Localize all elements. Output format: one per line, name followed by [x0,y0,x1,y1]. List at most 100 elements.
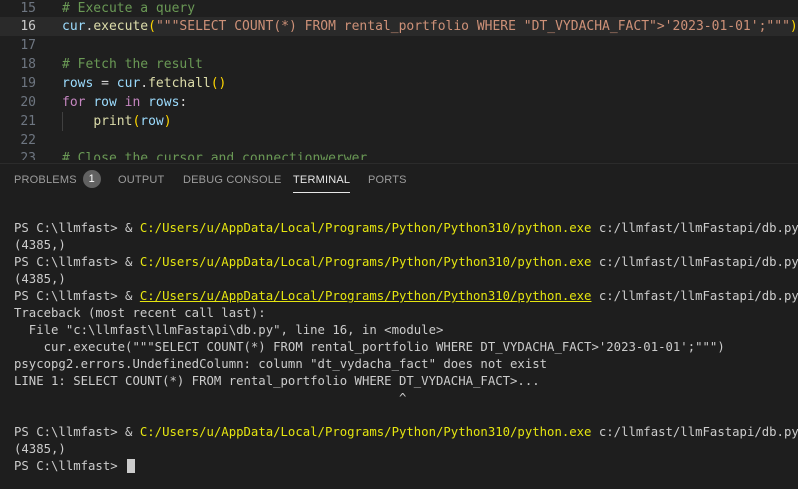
code-line: 15 # Execute a query [0,0,798,18]
code-token: in [124,95,141,110]
terminal-text: ^ [14,391,407,405]
terminal-text: (4385,) [14,272,66,286]
tab-output[interactable]: OUTPUT [118,164,164,198]
terminal-text: PS C:\llmfast> & [14,255,140,269]
code-text: # Execute a query [62,0,195,18]
terminal-line: PS C:\llmfast> & C:/Users/u/AppData/Loca… [14,254,798,271]
line-number: 21 [20,114,36,129]
terminal-text: (4385,) [14,238,66,252]
terminal-cursor [127,458,136,473]
code-token: execute [93,19,149,34]
line-number: 23 [20,151,36,160]
tab-label: TERMINAL [293,174,351,186]
code-token: : [179,95,188,110]
terminal-path: C:/Users/u/AppData/Local/Programs/Python… [139,221,592,235]
code-token: ) [789,19,798,34]
terminal-text: Traceback (most recent call last): [14,306,266,320]
code-text: # Close the cursor and connectionwerwer [62,149,367,160]
tab-label: PORTS [368,174,407,186]
terminal-text: c:/llmfast/llmFastapi/db.py [591,289,798,303]
code-line: 20 for row in rows: [0,93,798,112]
problems-count-badge: 1 [82,170,101,189]
code-token: rows [62,76,94,91]
terminal-line: psycopg2.errors.UndefinedColumn: column … [14,356,547,373]
tab-label: PROBLEMS [14,174,77,186]
code-text: for row in rows: [62,93,187,112]
code-token: . [140,76,149,91]
terminal-path-link[interactable]: C:/Users/u/AppData/Local/Programs/Python… [140,289,592,303]
line-number: 18 [20,57,36,72]
code-token: () [210,76,227,91]
terminal-line: cur.execute("""SELECT COUNT(*) FROM rent… [14,339,725,356]
code-line: 22 [0,131,798,150]
terminal-text: c:/llmfast/llmFastapi/db.py [591,425,798,439]
terminal-text: PS C:\llmfast> & [14,425,140,439]
code-line: 16 cur.execute("""SELECT COUNT(*) FROM re… [0,17,798,36]
code-token: """SELECT COUNT(*) FROM rental_portfolio… [155,19,790,34]
code-line: 21 print(row) [0,112,798,131]
terminal-line: (4385,) [14,441,66,458]
terminal-text: PS C:\llmfast> [14,459,126,473]
tab-label: OUTPUT [118,174,165,186]
terminal-path: C:/Users/u/AppData/Local/Programs/Python… [139,255,592,269]
code-editor[interactable]: 15 # Execute a query 16 cur.execute("""SELE… [0,0,798,160]
terminal-line: LINE 1: SELECT COUNT(*) FROM rental_port… [14,373,540,390]
line-number: 17 [20,38,36,53]
code-text: cur.execute("""SELECT COUNT(*) FROM rent… [62,17,798,36]
code-line: 19 rows = cur.fetchall() [0,74,798,93]
terminal-text: LINE 1: SELECT COUNT(*) FROM rental_port… [14,374,540,388]
code-text: # Fetch the result [62,55,203,74]
terminal-text: c:/llmfast/llmFastapi/db.py [591,221,798,235]
code-token: ) [163,114,172,129]
code-token: cur [62,19,86,34]
code-text: rows = cur.fetchall() [62,74,226,93]
line-number: 20 [20,95,36,110]
code-line: 23 # Close the cursor and connectionwerwe… [0,149,798,160]
code-token: = [93,76,117,91]
code-token: row [140,114,164,129]
terminal-text: PS C:\llmfast> & [14,221,140,235]
terminal[interactable]: PS C:\llmfast> & C:/Users/u/AppData/Loca… [0,198,798,489]
terminal-line: PS C:\llmfast> [14,458,136,475]
tab-ports[interactable]: PORTS [368,164,407,198]
panel-tabs: PROBLEMS 1 OUTPUT DEBUG CONSOLE TERMINAL PORT… [0,164,798,198]
line-number: 15 [20,1,36,16]
code-token: # Fetch the result [62,57,203,72]
code-token: cur [116,76,141,91]
terminal-line: ^ [14,390,406,407]
code-token: for [62,95,86,110]
tab-terminal[interactable]: TERMINAL [293,164,351,198]
terminal-path: C:/Users/u/AppData/Local/Programs/Python… [139,425,592,439]
code-line: 17 [0,36,798,55]
terminal-line: (4385,) [14,271,66,288]
terminal-line: File "c:\llmfast\llmFastapi\db.py", line… [14,322,444,339]
tab-label: DEBUG CONSOLE [183,174,282,186]
line-number: 16 [20,19,36,34]
code-line: 18 # Fetch the result [0,55,798,74]
code-token: ( [148,19,156,34]
code-token: rows [148,95,180,110]
terminal-text: (4385,) [14,442,66,456]
code-token: # Close the cursor and connectionwerwer [62,151,368,160]
terminal-line: PS C:\llmfast> & C:/Users/u/AppData/Loca… [14,288,798,305]
terminal-line: PS C:\llmfast> & C:/Users/u/AppData/Loca… [14,220,798,237]
terminal-line: Traceback (most recent call last): [14,305,266,322]
terminal-text: cur.execute("""SELECT COUNT(*) FROM rent… [14,340,725,354]
terminal-text: PS C:\llmfast> & [14,289,140,303]
terminal-text: psycopg2.errors.UndefinedColumn: column … [14,357,548,371]
code-token: print [93,114,133,129]
terminal-text: c:/llmfast/llmFastapi/db.py [591,255,798,269]
tab-problems[interactable]: PROBLEMS 1 [14,164,101,198]
line-number: 22 [20,133,36,148]
terminal-line: (4385,) [14,237,66,254]
terminal-text: File "c:\llmfast\llmFastapi\db.py", line… [14,323,444,337]
code-token: fetchall [148,76,211,91]
terminal-line: PS C:\llmfast> & C:/Users/u/AppData/Loca… [14,424,798,441]
code-token: row [93,95,117,110]
code-token: # Execute a query [62,1,196,16]
tab-debug-console[interactable]: DEBUG CONSOLE [183,164,282,198]
line-number: 19 [20,76,36,91]
